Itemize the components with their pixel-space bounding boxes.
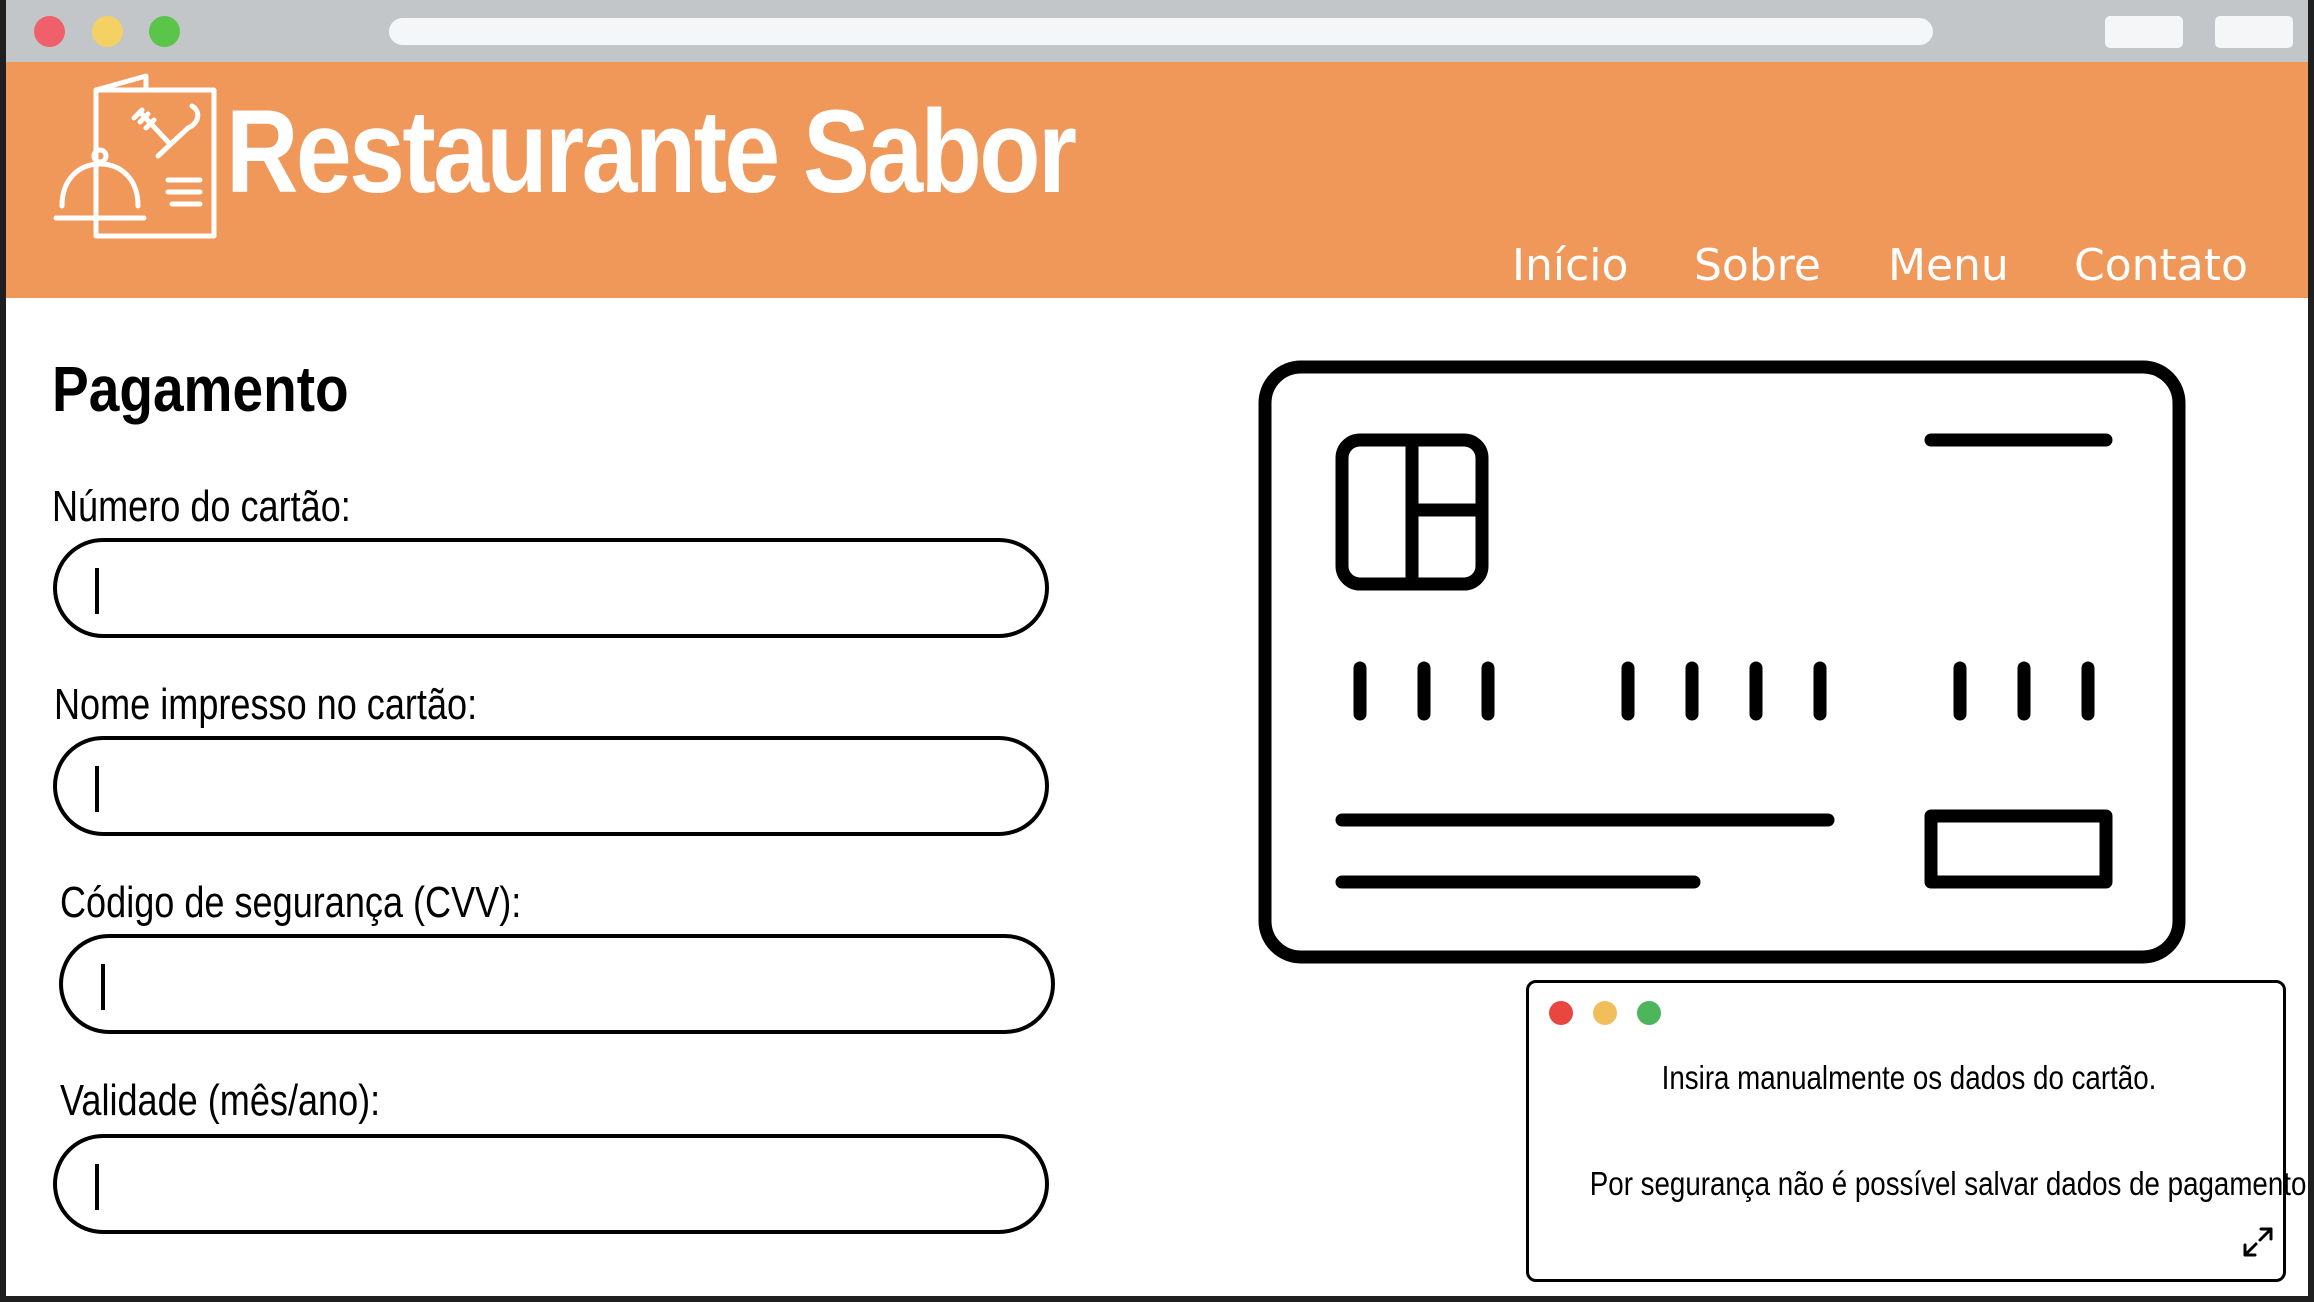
card-name-label: Nome impresso no cartão: — [54, 680, 478, 729]
credit-card-icon — [1258, 360, 2186, 964]
expiry-input[interactable] — [53, 1134, 1049, 1234]
site-header: Restaurante Sabor Início Sobre Menu Cont… — [6, 62, 2308, 298]
text-caret — [101, 964, 105, 1010]
browser-window: Restaurante Sabor Início Sobre Menu Cont… — [6, 0, 2308, 1296]
text-caret — [95, 568, 99, 614]
popup-maximize-button[interactable] — [1637, 1001, 1661, 1025]
popup-message-security: Por segurança não é possível salvar dado… — [1589, 1165, 2308, 1202]
expiry-label: Validade (mês/ano): — [60, 1076, 381, 1125]
browser-titlebar — [6, 0, 2308, 62]
address-bar[interactable] — [389, 18, 1933, 45]
restaurant-logo-icon — [53, 73, 217, 239]
expand-icon[interactable] — [2241, 1225, 2275, 1259]
text-caret — [95, 766, 99, 812]
info-popup: Insira manualmente os dados do cartão. P… — [1526, 980, 2308, 1282]
page-title: Pagamento — [52, 353, 349, 425]
nav-menu[interactable]: Menu — [1888, 240, 2009, 291]
toolbar-button-2[interactable] — [2215, 16, 2293, 48]
text-caret — [95, 1164, 99, 1210]
cvv-input[interactable] — [59, 934, 1055, 1034]
popup-message-manual-entry: Insira manualmente os dados do cartão. — [1661, 1059, 2157, 1096]
card-number-label: Número do cartão: — [52, 482, 351, 531]
nav-inicio[interactable]: Início — [1512, 240, 1628, 291]
cvv-label: Código de segurança (CVV): — [60, 878, 522, 927]
maximize-window-button[interactable] — [149, 16, 180, 47]
nav-contato[interactable]: Contato — [2074, 240, 2248, 291]
card-name-input[interactable] — [53, 736, 1049, 836]
toolbar-button-1[interactable] — [2105, 16, 2183, 48]
minimize-window-button[interactable] — [92, 16, 123, 47]
popup-minimize-button[interactable] — [1593, 1001, 1617, 1025]
card-number-input[interactable] — [53, 538, 1049, 638]
nav-sobre[interactable]: Sobre — [1694, 240, 1821, 291]
close-window-button[interactable] — [34, 16, 65, 47]
brand-name[interactable]: Restaurante Sabor — [226, 84, 1077, 220]
popup-close-button[interactable] — [1549, 1001, 1573, 1025]
